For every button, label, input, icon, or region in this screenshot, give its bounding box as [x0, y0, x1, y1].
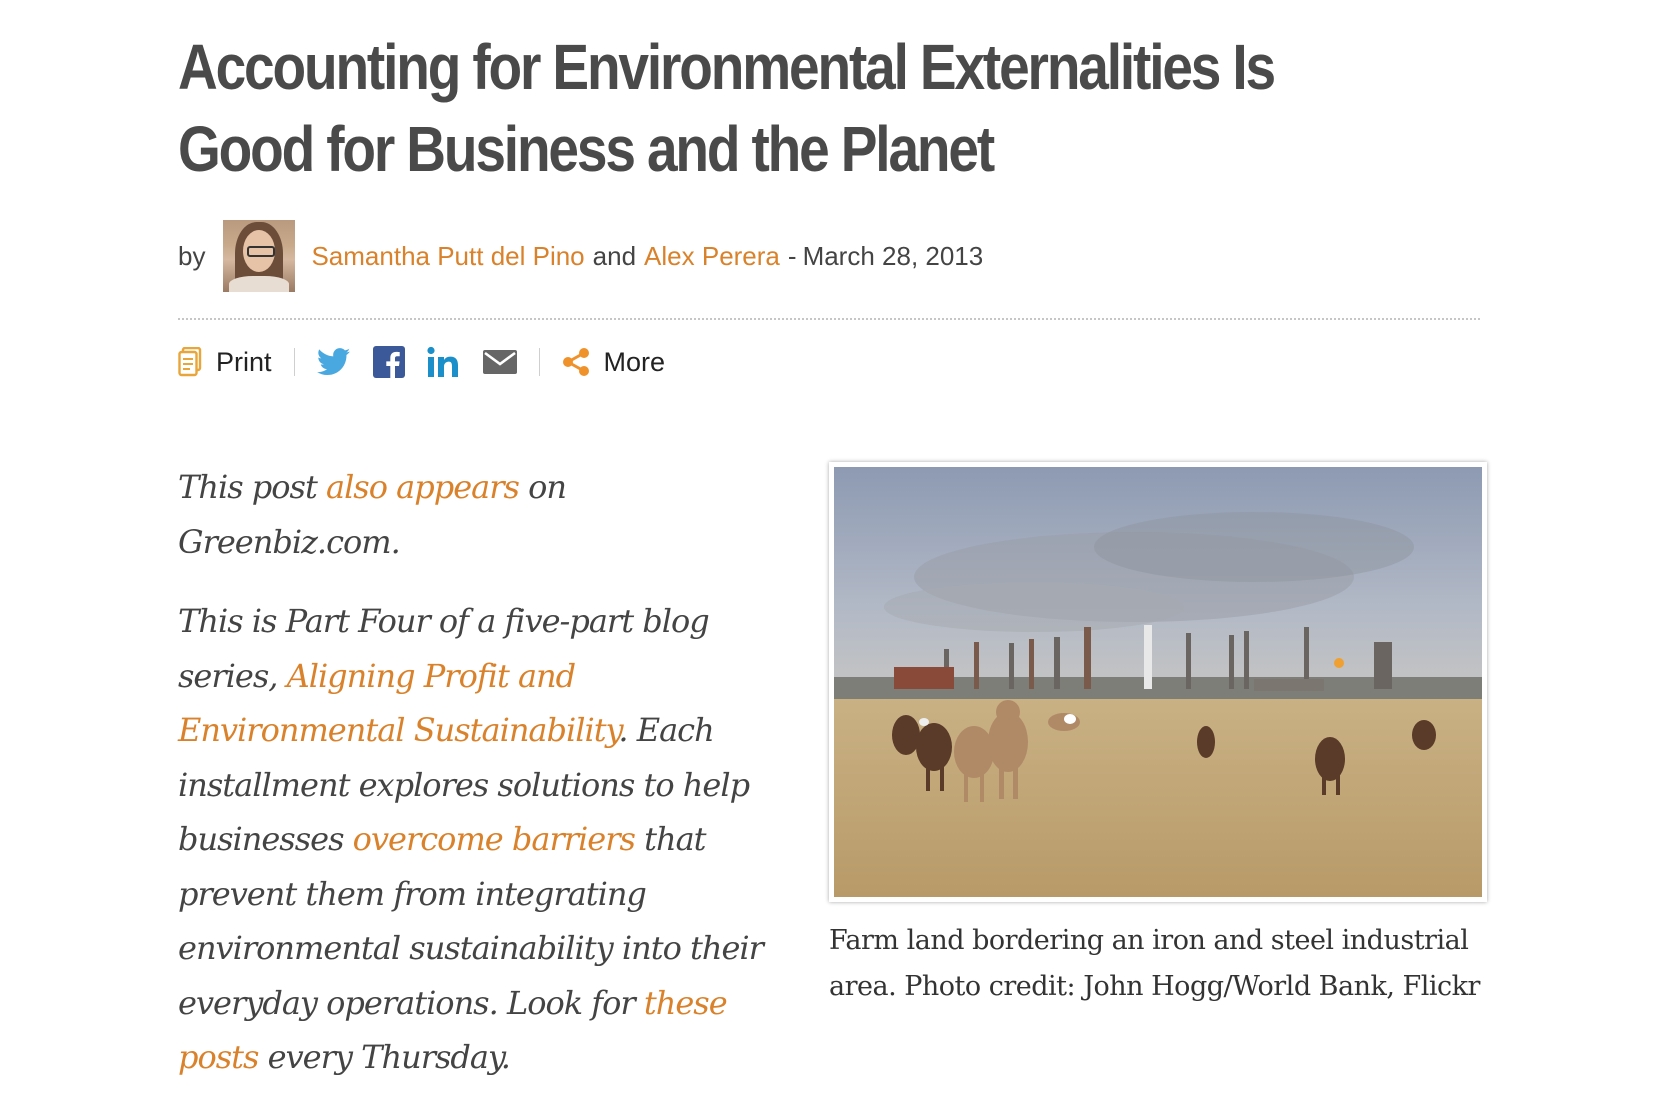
print-icon: [178, 347, 202, 377]
overcome-barriers-link[interactable]: overcome barriers: [353, 820, 636, 858]
linkedin-icon[interactable]: [426, 346, 461, 378]
article-title: Accounting for Environmental Externaliti…: [178, 31, 1276, 185]
print-label: Print: [216, 346, 272, 377]
paragraph-text: every Thursday.: [258, 1038, 511, 1076]
byline: by Samantha Putt del Pino and Alex Perer…: [178, 220, 983, 292]
photo-caption: Farm land bordering an iron and steel in…: [829, 925, 1480, 1002]
paragraph-crosspost: This post also appears on Greenbiz.com.: [178, 460, 778, 569]
paragraph-text: This post: [178, 468, 326, 506]
paragraph-series: This is Part Four of a five-part blog se…: [178, 594, 778, 1085]
byline-conjunction: and: [592, 240, 637, 271]
email-icon[interactable]: [482, 350, 517, 374]
more-share-button[interactable]: More: [562, 346, 666, 378]
byline-separator: -: [787, 240, 797, 271]
divider-rule: [178, 318, 1480, 320]
author-link-2[interactable]: Alex Perera: [644, 241, 780, 272]
share-divider-2: [538, 348, 540, 376]
also-appears-link[interactable]: also appears: [326, 468, 520, 506]
twitter-icon[interactable]: [316, 348, 351, 376]
byline-prefix: by: [178, 240, 206, 271]
facebook-icon[interactable]: [372, 346, 405, 378]
article-photo[interactable]: [829, 462, 1487, 902]
article-body: This post also appears on Greenbiz.com. …: [178, 460, 778, 1110]
publish-date: March 28, 2013: [802, 240, 984, 271]
author-avatar[interactable]: [223, 220, 296, 292]
author-link-1[interactable]: Samantha Putt del Pino: [311, 241, 584, 272]
share-divider: [293, 348, 295, 376]
share-bar: Print More: [178, 340, 665, 384]
share-icon: [562, 348, 590, 376]
farm-industry-photo: [834, 467, 1482, 897]
print-button[interactable]: Print: [178, 347, 272, 378]
more-label: More: [603, 346, 666, 377]
